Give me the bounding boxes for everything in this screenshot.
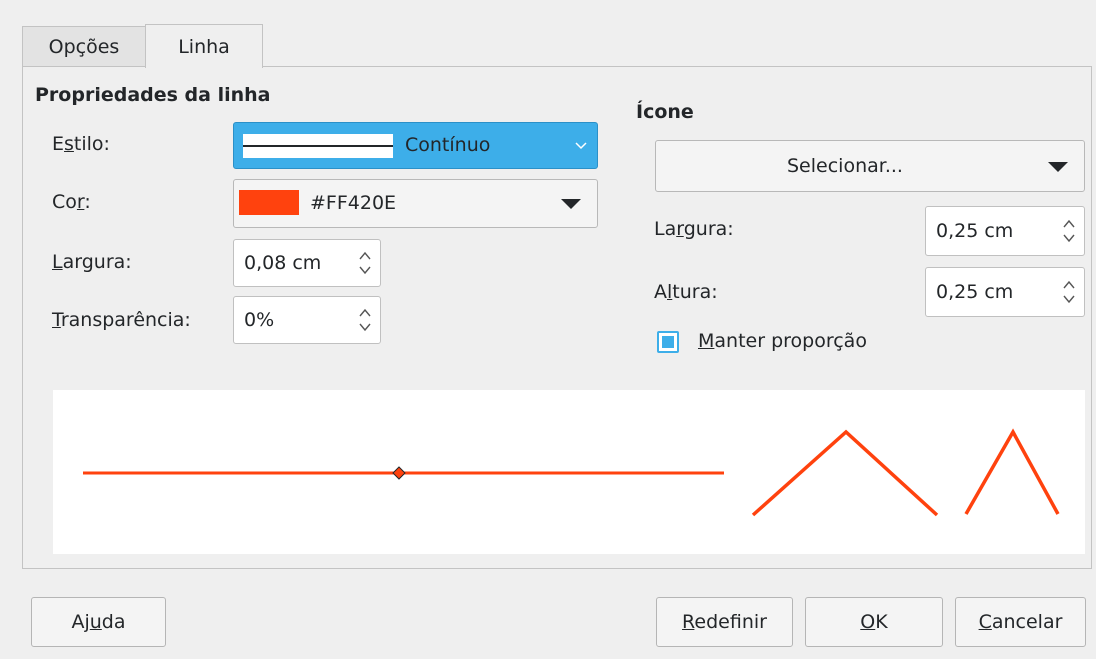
icon-width-label: Largura:	[654, 218, 734, 240]
icon-width-spinbox[interactable]: 0,25 cm	[925, 206, 1085, 256]
spin-arrows-icon[interactable]	[358, 307, 372, 333]
preview-wide-peak	[751, 429, 939, 517]
chevron-down-icon	[575, 142, 587, 150]
transparency-spinbox[interactable]: 0%	[233, 296, 381, 344]
help-button[interactable]: Ajuda	[31, 597, 166, 647]
cancel-button-label: Cancelar	[978, 611, 1063, 633]
tab-label: Linha	[178, 35, 230, 58]
line-style-preview-icon	[243, 134, 393, 158]
tab-label: Opções	[48, 36, 120, 58]
spin-arrows-icon[interactable]	[1062, 218, 1076, 244]
preview-midpoint-marker	[392, 466, 406, 480]
keep-ratio-checkbox[interactable]	[657, 331, 679, 353]
line-color-dropdown[interactable]: #FF420E	[233, 179, 598, 228]
transparency-label: Transparência:	[52, 309, 191, 331]
spin-arrows-icon[interactable]	[1062, 279, 1076, 305]
color-label: Cor:	[52, 191, 91, 213]
checkbox-checked-indicator	[662, 336, 674, 348]
dropdown-arrow-icon	[1048, 162, 1068, 172]
icon-height-label: Altura:	[654, 281, 718, 303]
keep-ratio-label[interactable]: Manter proporção	[698, 330, 867, 352]
icon-width-value: 0,25 cm	[936, 220, 1014, 242]
line-width-label: Largura:	[52, 251, 132, 273]
tab-opcoes[interactable]: Opções	[22, 26, 146, 67]
line-preview-graphic	[83, 428, 1060, 517]
line-properties-title: Propriedades da linha	[35, 84, 271, 106]
icon-select-dropdown[interactable]: Selecionar...	[655, 140, 1085, 192]
tab-linha[interactable]: Linha	[145, 24, 263, 68]
ok-button-label: OK	[860, 611, 888, 633]
style-label: Estilo:	[52, 133, 110, 155]
line-style-value: Contínuo	[405, 134, 491, 156]
icon-section-title: Ícone	[636, 101, 694, 123]
line-style-dropdown[interactable]: Contínuo	[233, 122, 598, 169]
color-value: #FF420E	[310, 192, 397, 214]
dropdown-arrow-icon	[561, 199, 581, 209]
preview-narrow-peak	[964, 428, 1060, 515]
line-preview-area	[53, 390, 1085, 554]
icon-height-value: 0,25 cm	[936, 281, 1014, 303]
reset-button-label: Redefinir	[682, 611, 767, 633]
icon-select-label: Selecionar...	[787, 155, 903, 177]
help-button-label: Ajuda	[71, 611, 126, 633]
icon-height-spinbox[interactable]: 0,25 cm	[925, 267, 1085, 317]
cancel-button[interactable]: Cancelar	[955, 597, 1086, 647]
ok-button[interactable]: OK	[805, 597, 943, 647]
line-width-spinbox[interactable]: 0,08 cm	[233, 239, 381, 287]
transparency-value: 0%	[244, 309, 275, 331]
spin-arrows-icon[interactable]	[358, 250, 372, 276]
reset-button[interactable]: Redefinir	[656, 597, 793, 647]
color-swatch	[239, 190, 299, 215]
line-width-value: 0,08 cm	[244, 252, 322, 274]
